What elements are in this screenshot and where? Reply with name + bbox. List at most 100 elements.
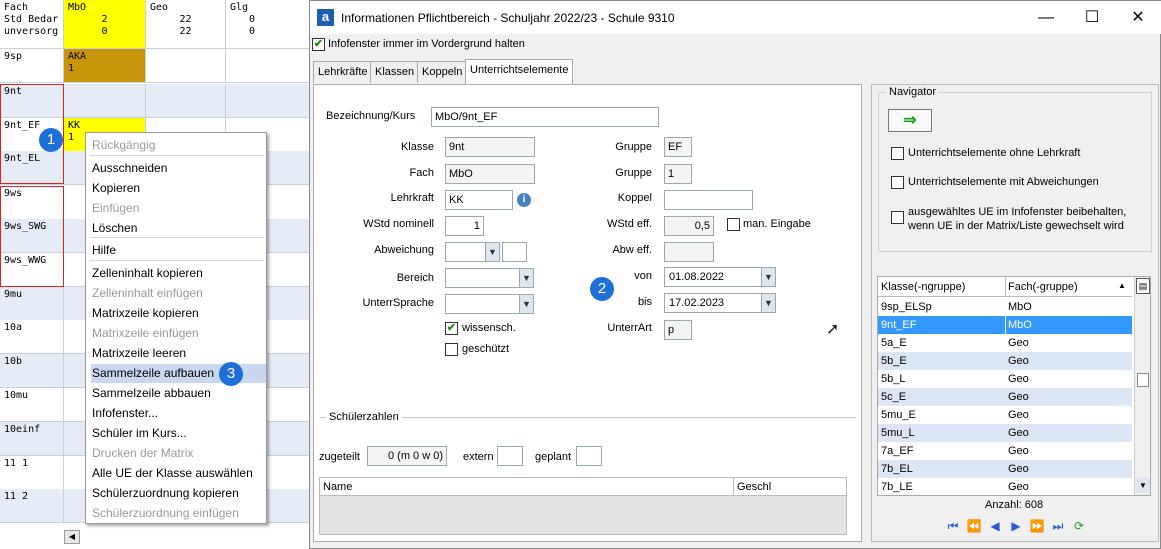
navigator-row[interactable]: 7b_LE Geo <box>878 478 1132 496</box>
col-geschl-header[interactable]: Geschl <box>737 481 771 493</box>
extern-input[interactable] <box>497 446 523 466</box>
menu-item-ausschneiden[interactable]: Ausschneiden <box>91 159 266 178</box>
navigator-row[interactable]: 7a_EF Geo <box>878 442 1132 460</box>
first-icon[interactable]: ⏮ <box>944 519 962 534</box>
matrix-row-klasse[interactable]: 10einf <box>0 422 64 455</box>
maximize-button[interactable]: ☐ <box>1069 1 1115 34</box>
menu-item-matrixzeile-kopieren[interactable]: Matrixzeile kopieren <box>91 304 266 323</box>
navigator-row-klasse: 5mu_L <box>881 427 915 439</box>
mit-abweichungen-checkbox[interactable] <box>891 176 904 189</box>
menu-item-hilfe[interactable]: Hilfe <box>91 241 266 260</box>
menu-separator <box>90 260 264 261</box>
col-fach-header[interactable]: Fach(-gruppe) <box>1008 281 1078 293</box>
ohne-lehrkraft-checkbox[interactable] <box>891 147 904 160</box>
matrix-row-klasse[interactable]: 11 2 <box>0 489 64 522</box>
koppel-input[interactable] <box>664 190 753 210</box>
minimize-button[interactable]: — <box>1023 1 1069 34</box>
matrix-cell-geo[interactable] <box>146 84 226 117</box>
gruppe2-input[interactable] <box>664 164 692 184</box>
wstd-eff-input[interactable] <box>664 216 714 236</box>
matrix-header-glg[interactable]: Glg 0 0 <box>226 0 309 48</box>
wstd-nominell-input[interactable] <box>445 216 484 236</box>
foreground-checkbox[interactable]: ✔ <box>312 38 325 51</box>
matrix-cell-glg[interactable] <box>226 49 309 82</box>
navigator-row[interactable]: 5b_L Geo <box>878 370 1132 388</box>
abweichung-select[interactable]: ▼ <box>445 242 500 262</box>
klasse-input[interactable] <box>445 137 535 157</box>
next-icon[interactable]: ▶ <box>1007 519 1025 533</box>
menu-item-schülerzuordnung-kopieren[interactable]: Schülerzuordnung kopieren <box>91 484 266 503</box>
navigator-list[interactable]: Klasse(-ngruppe) Fach(-gruppe) ▲ 9sp_ELS… <box>877 276 1151 496</box>
navigator-row-klasse: 5c_E <box>881 391 907 403</box>
matrix-cell-mbo[interactable] <box>64 84 146 117</box>
navigator-row[interactable]: 9sp_ELSp MbO <box>878 298 1132 316</box>
navigator-row[interactable]: 5b_E Geo <box>878 352 1132 370</box>
next-page-icon[interactable]: ⏩ <box>1028 519 1046 533</box>
schueler-table[interactable]: Name Geschl <box>319 477 847 535</box>
unterrsprache-select[interactable]: ▼ <box>445 294 534 314</box>
tab-klassen[interactable]: Klassen <box>370 61 420 83</box>
fach-input[interactable] <box>445 164 535 184</box>
prev-icon[interactable]: ◀ <box>986 519 1004 533</box>
bezeichnung-input[interactable] <box>431 107 659 127</box>
geplant-input[interactable] <box>576 446 602 466</box>
column-chooser-icon[interactable]: ▤ <box>1136 278 1150 294</box>
navigator-arrow-button[interactable]: ⇒ <box>888 109 932 132</box>
abweichung-extra-input[interactable] <box>502 242 527 262</box>
bis-date-picker[interactable]: 17.02.2023 ▼ <box>664 293 776 313</box>
last-icon[interactable]: ⏭ <box>1049 519 1067 534</box>
navigator-scrollbar[interactable]: ▤ ▼ <box>1134 277 1150 495</box>
von-date-picker[interactable]: 01.08.2022 ▼ <box>664 267 776 287</box>
navigator-row[interactable]: 5mu_E Geo <box>878 406 1132 424</box>
matrix-row-klasse[interactable]: 11 1 <box>0 456 64 489</box>
menu-item-sammelzeile-abbauen[interactable]: Sammelzeile abbauen <box>91 384 266 403</box>
navigator-row[interactable]: 5a_E Geo <box>878 334 1132 352</box>
gruppe1-input[interactable] <box>664 137 692 157</box>
navigator-row[interactable]: 7b_EL Geo <box>878 460 1132 478</box>
unterrart-input[interactable] <box>664 320 692 340</box>
ue-beibehalten-checkbox[interactable] <box>891 211 904 224</box>
matrix-row-klasse[interactable]: 10mu <box>0 388 64 421</box>
wissensch-checkbox[interactable]: ✔ <box>445 322 458 335</box>
navigator-row[interactable]: 5c_E Geo <box>878 388 1132 406</box>
matrix-cell-mbo[interactable]: AKA 1 <box>64 49 146 82</box>
matrix-row-klasse[interactable]: 9sp <box>0 49 64 82</box>
scroll-down-icon[interactable]: ▼ <box>1136 478 1150 493</box>
menu-item-infofenster[interactable]: Infofenster... <box>91 404 266 423</box>
close-button[interactable]: ✕ <box>1115 1 1161 34</box>
info-icon[interactable]: i <box>517 193 531 207</box>
matrix-row-klasse[interactable]: 9mu <box>0 287 64 320</box>
tab-unterrichtselemente[interactable]: Unterrichtselemente <box>465 59 574 84</box>
matrix-header-mbo[interactable]: MbO 2 0 <box>64 0 146 48</box>
menu-item-zelleninhalt-kopieren[interactable]: Zelleninhalt kopieren <box>91 264 266 283</box>
matrix-header-geo[interactable]: Geo 22 22 <box>146 0 226 48</box>
tab-koppeln[interactable]: Koppeln <box>417 61 468 83</box>
col-name-header[interactable]: Name <box>323 481 352 493</box>
chevron-down-icon: ▼ <box>519 269 533 287</box>
refresh-icon[interactable]: ⟳ <box>1070 519 1088 533</box>
lehrkraft-input[interactable] <box>445 190 513 210</box>
man-eingabe-checkbox[interactable] <box>727 218 740 231</box>
prev-page-icon[interactable]: ⏪ <box>965 519 983 533</box>
matrix-scroll-left-button[interactable]: ◀ <box>64 530 80 544</box>
geschuetzt-checkbox[interactable] <box>445 343 458 356</box>
menu-item-schüler-im-kurs[interactable]: Schüler im Kurs... <box>91 424 266 443</box>
matrix-row-klasse[interactable]: 10b <box>0 354 64 387</box>
menu-item-löschen[interactable]: Löschen <box>91 219 266 238</box>
abw-eff-input[interactable] <box>664 242 714 262</box>
col-klasse-header[interactable]: Klasse(-ngruppe) <box>881 281 965 293</box>
zugeteilt-input[interactable] <box>367 446 447 466</box>
matrix-row[interactable]: 9sp AKA 1 <box>0 49 309 83</box>
scrollbar-thumb[interactable] <box>1137 373 1149 387</box>
bereich-select[interactable]: ▼ <box>445 268 534 288</box>
menu-item-matrixzeile-leeren[interactable]: Matrixzeile leeren <box>91 344 266 363</box>
tab-lehrkraefte[interactable]: Lehrkräfte <box>313 61 373 83</box>
navigator-row[interactable]: 5mu_L Geo <box>878 424 1132 442</box>
matrix-cell-glg[interactable] <box>226 84 309 117</box>
navigator-row[interactable]: 9nt_EF MbO <box>878 316 1132 334</box>
matrix-row-klasse[interactable]: 10a <box>0 320 64 353</box>
matrix-cell-geo[interactable] <box>146 49 226 82</box>
man-eingabe-label: man. Eingabe <box>743 218 811 230</box>
menu-item-alle-ue-der-klasse-auswählen[interactable]: Alle UE der Klasse auswählen <box>91 464 266 483</box>
menu-item-kopieren[interactable]: Kopieren <box>91 179 266 198</box>
